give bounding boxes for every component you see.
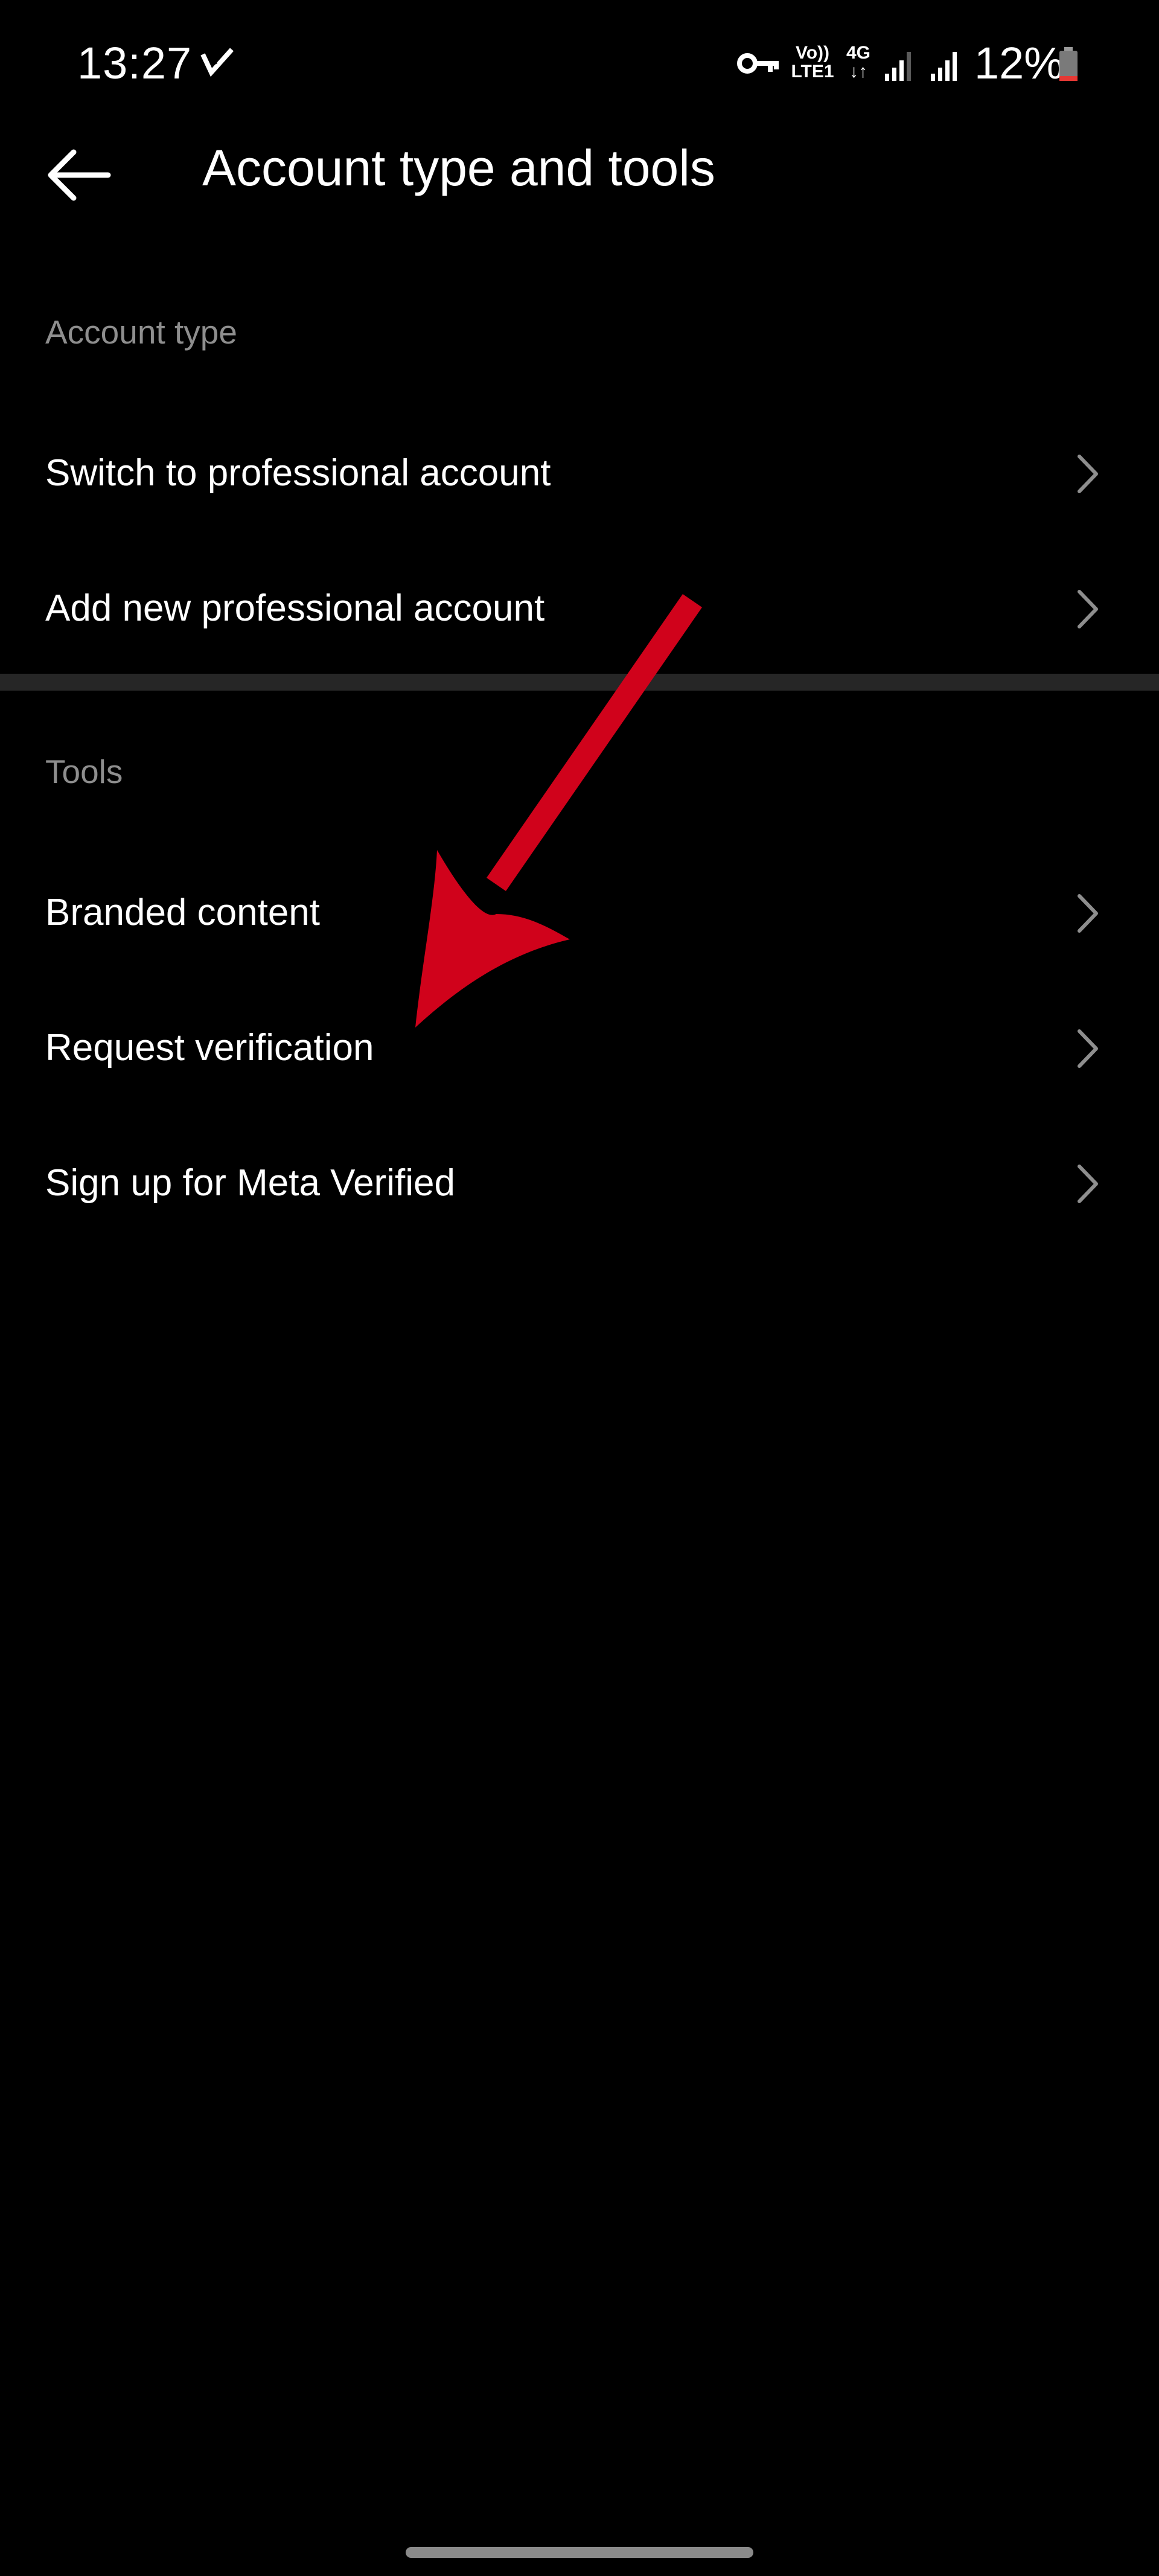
volte-bottom: LTE1 <box>791 62 834 81</box>
section-header-account-type: Account type <box>45 313 237 351</box>
delivery-check-icon <box>200 48 234 77</box>
battery-icon <box>1059 47 1078 81</box>
menu-item-request-verification[interactable]: Request verification <box>0 980 1159 1116</box>
arrow-left-icon[interactable] <box>39 139 117 211</box>
menu-item-label: Request verification <box>45 1027 374 1069</box>
chevron-right-icon <box>1078 455 1098 493</box>
section-header-tools: Tools <box>45 753 123 790</box>
chevron-right-icon <box>1078 590 1098 628</box>
menu-item-switch-to-professional[interactable]: Switch to professional account <box>0 406 1159 541</box>
menu-item-branded-content[interactable]: Branded content <box>0 845 1159 980</box>
signal-icon <box>931 52 957 81</box>
vpn-key-icon <box>737 53 779 74</box>
menu-item-label: Branded content <box>45 892 321 933</box>
menu-item-meta-verified[interactable]: Sign up for Meta Verified <box>0 1116 1159 1251</box>
status-time: 13:27 <box>77 38 193 88</box>
menu-item-label: Add new professional account <box>45 587 545 629</box>
chevron-right-icon <box>1078 1029 1098 1068</box>
network-activity: ↓↑ <box>849 62 867 81</box>
volte-indicator: Vo)) LTE1 <box>790 43 835 81</box>
volte-top: Vo)) <box>795 43 830 63</box>
network-type: 4G <box>846 43 871 63</box>
battery-percent: 12% <box>974 38 1064 88</box>
menu-item-label: Switch to professional account <box>45 452 551 494</box>
chevron-right-icon <box>1078 1165 1098 1203</box>
menu-item-add-professional[interactable]: Add new professional account <box>0 541 1159 676</box>
menu-item-label: Sign up for Meta Verified <box>45 1162 455 1204</box>
page-title: Account type and tools <box>202 139 715 196</box>
chevron-right-icon <box>1078 894 1098 933</box>
home-indicator[interactable] <box>406 2547 753 2558</box>
section-divider <box>0 674 1159 691</box>
signal-icon <box>885 52 911 81</box>
network-indicator: 4G ↓↑ <box>841 43 875 81</box>
